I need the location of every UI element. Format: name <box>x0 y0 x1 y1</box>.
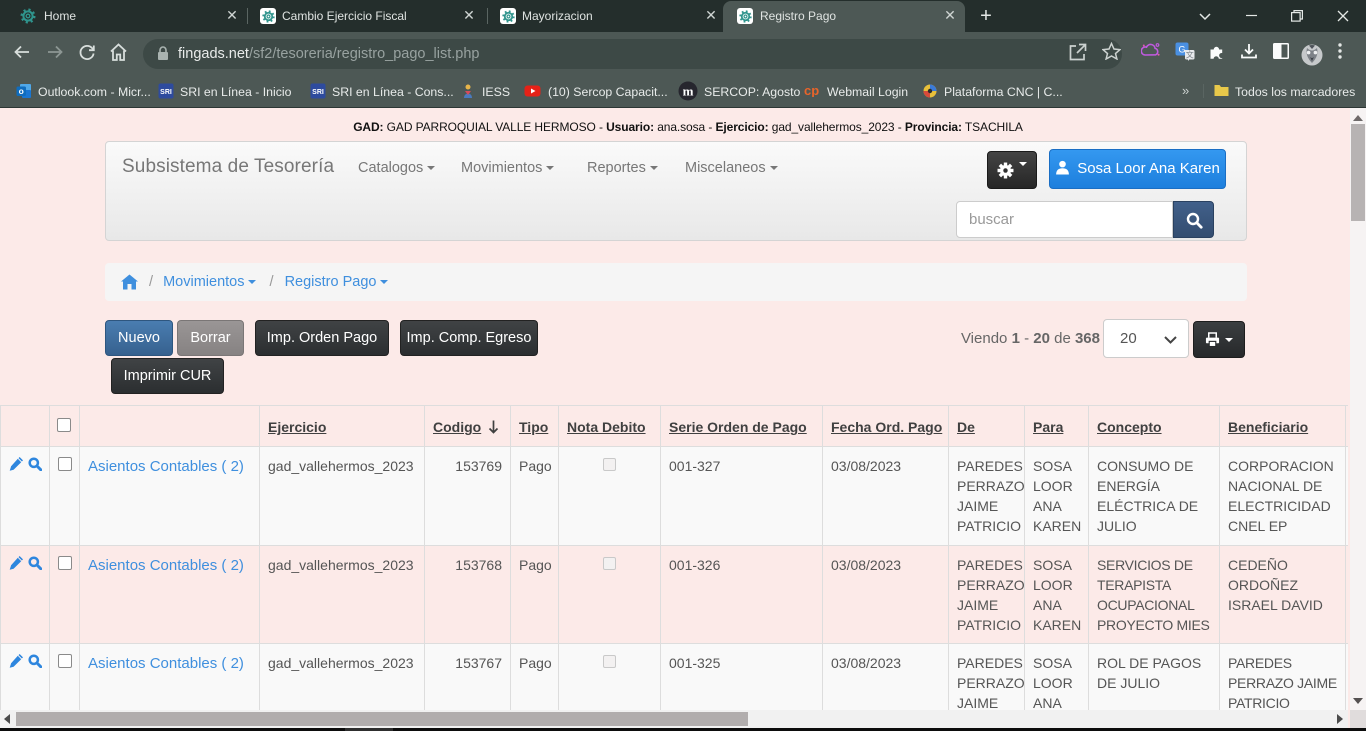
svg-text:m: m <box>683 84 694 99</box>
svg-text:o: o <box>19 86 24 96</box>
svg-text:SRI: SRI <box>312 89 324 96</box>
svg-text:cp: cp <box>804 83 819 97</box>
svg-text:G: G <box>1178 45 1185 55</box>
svg-text:文: 文 <box>1186 49 1194 59</box>
svg-text:SRI: SRI <box>160 89 172 96</box>
